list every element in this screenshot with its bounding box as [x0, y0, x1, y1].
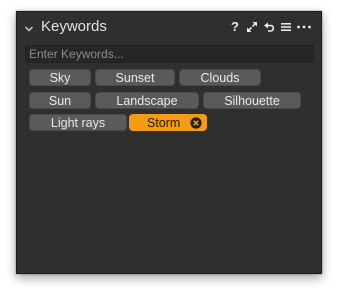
panel-header: Keywords ? [17, 12, 321, 42]
keyword-tag-light-rays[interactable]: Light rays [29, 114, 127, 131]
keyword-tag-label: Silhouette [224, 94, 280, 108]
remove-keyword-icon[interactable] [190, 117, 202, 129]
keyword-tag-sun[interactable]: Sun [29, 92, 91, 109]
help-icon[interactable]: ? [229, 20, 241, 34]
keyword-tag-label: Sky [49, 71, 71, 85]
expand-icon[interactable] [246, 20, 258, 34]
chevron-down-icon[interactable] [24, 21, 34, 32]
keyword-tag-storm[interactable]: Storm [129, 114, 207, 131]
menu-icon[interactable] [280, 20, 292, 34]
keyword-tag-label: Storm [147, 116, 181, 130]
keyword-tag-sunset[interactable]: Sunset [95, 69, 175, 86]
keyword-tag-label: Clouds [200, 71, 240, 85]
keyword-tag-label: Sunset [115, 71, 155, 85]
keyword-tag-clouds[interactable]: Clouds [179, 69, 261, 86]
keyword-tag-silhouette[interactable]: Silhouette [203, 92, 301, 109]
keyword-tag-label: Landscape [116, 94, 178, 108]
more-icon[interactable] [296, 20, 312, 34]
keyword-tag-sky[interactable]: Sky [29, 69, 91, 86]
keyword-tag-label: Sun [48, 94, 72, 108]
reset-icon[interactable] [263, 20, 275, 34]
keyword-search-input[interactable] [25, 45, 314, 63]
keyword-tag-landscape[interactable]: Landscape [95, 92, 199, 109]
panel-title: Keywords [41, 18, 107, 35]
keywords-panel: Keywords ? Enter Keywords... Sky Sunset … [16, 11, 322, 274]
keyword-tag-label: Light rays [50, 116, 106, 130]
